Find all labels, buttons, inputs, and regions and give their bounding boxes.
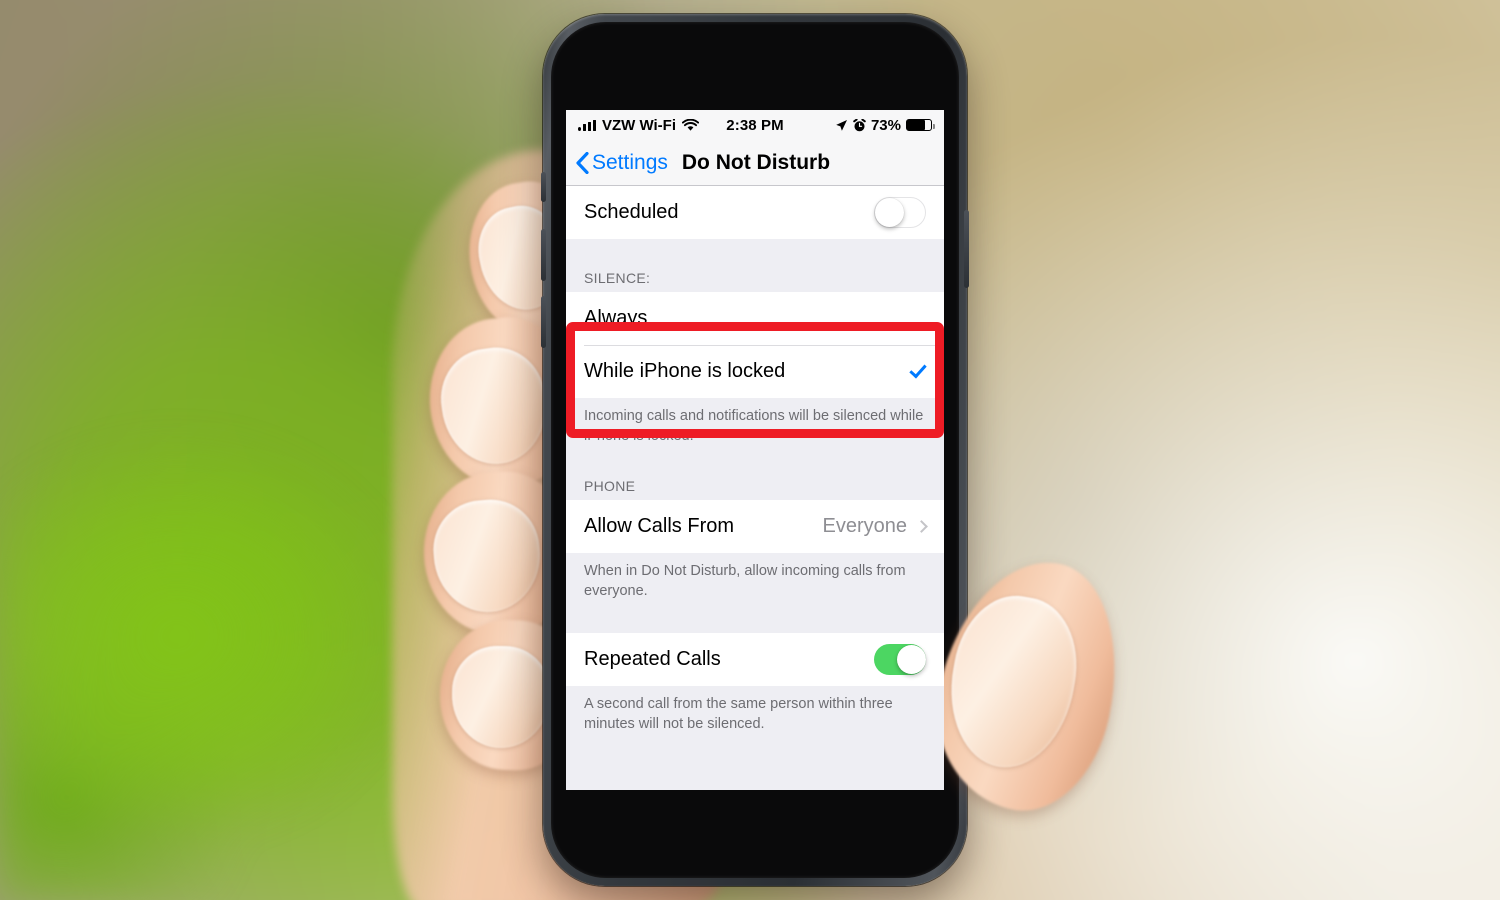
scheduled-group: Scheduled: [566, 186, 944, 239]
iphone-screen: VZW Wi-Fi 2:38 PM 73% Settings Do Not Di…: [566, 110, 944, 790]
allow-calls-footer-note: When in Do Not Disturb, allow incoming c…: [566, 553, 944, 602]
allow-calls-label: Allow Calls From: [584, 515, 735, 538]
back-button-label: Settings: [592, 150, 668, 174]
repeated-calls-footer-note: A second call from the same person withi…: [566, 686, 944, 735]
chevron-left-icon: [576, 151, 589, 174]
row-repeated-calls[interactable]: Repeated Calls: [566, 633, 944, 687]
settings-list[interactable]: Scheduled SILENCE: Always While iPhone i…: [566, 186, 944, 790]
volume-up-button[interactable]: [541, 229, 546, 281]
silence-options-group: Always While iPhone is locked: [566, 292, 944, 398]
status-bar: VZW Wi-Fi 2:38 PM 73%: [566, 110, 944, 140]
allow-calls-right: Everyone: [822, 515, 928, 538]
phone-header-area: PHONE: [566, 446, 944, 501]
silence-option-label: While iPhone is locked: [584, 360, 786, 382]
repeated-calls-toggle[interactable]: [874, 644, 926, 676]
allow-calls-group: Allow Calls From Everyone: [566, 500, 944, 554]
row-allow-calls-from[interactable]: Allow Calls From Everyone: [566, 500, 944, 554]
phone-section-header: PHONE: [566, 446, 944, 501]
silence-selected-right: [909, 360, 927, 379]
scheduled-row-right: [874, 197, 926, 228]
back-button[interactable]: Settings: [576, 151, 668, 175]
battery-icon: [906, 119, 935, 131]
repeated-calls-group: Repeated Calls: [566, 633, 944, 687]
checkmark-icon: [909, 360, 927, 379]
silence-option-label: Always: [584, 307, 648, 329]
silence-header-area: SILENCE:: [566, 239, 944, 292]
toggle-knob: [897, 645, 926, 675]
scheduled-toggle[interactable]: [874, 197, 926, 228]
navigation-bar: Settings Do Not Disturb: [566, 140, 944, 186]
spacer: [566, 601, 944, 634]
chevron-right-icon: [915, 520, 928, 533]
row-silence-while-locked[interactable]: While iPhone is locked: [566, 345, 944, 398]
volume-down-button[interactable]: [541, 296, 546, 348]
page-title: Do Not Disturb: [681, 150, 831, 174]
allow-calls-value: Everyone: [822, 515, 908, 538]
repeated-calls-label: Repeated Calls: [584, 648, 721, 671]
ring-silent-switch[interactable]: [541, 172, 546, 202]
toggle-knob: [875, 198, 904, 227]
power-button[interactable]: [964, 210, 969, 288]
silence-footer-note: Incoming calls and notifications will be…: [566, 398, 944, 447]
alarm-clock-icon: [853, 118, 866, 132]
battery-percent-label: 73%: [870, 116, 901, 134]
scheduled-label: Scheduled: [584, 201, 679, 223]
repeated-calls-right: [874, 644, 926, 676]
row-scheduled[interactable]: Scheduled: [566, 186, 944, 239]
row-silence-always[interactable]: Always: [566, 292, 944, 345]
status-bar-right: 73%: [835, 116, 935, 134]
silence-section-header: SILENCE:: [566, 239, 944, 292]
location-arrow-icon: [835, 119, 848, 132]
